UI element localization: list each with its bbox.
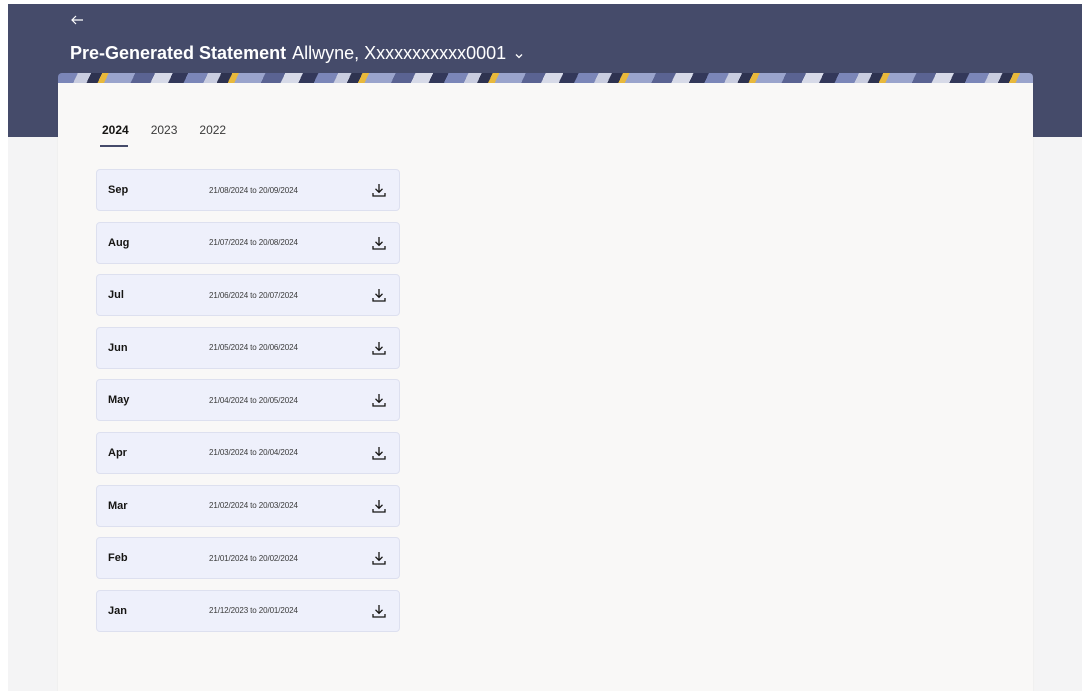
statement-row[interactable]: Jan 21/12/2023 to 20/01/2024 bbox=[96, 589, 400, 632]
statement-month: Mar bbox=[108, 499, 128, 512]
statement-list: Sep 21/08/2024 to 20/09/2024 Aug 21/07/2… bbox=[96, 169, 400, 642]
statement-month: Jan bbox=[108, 604, 127, 617]
statement-row[interactable]: Apr 21/03/2024 to 20/04/2024 bbox=[96, 431, 400, 474]
year-tabs: 2024 2023 2022 bbox=[100, 123, 248, 147]
decorative-banner bbox=[58, 73, 1033, 83]
statement-month: Jul bbox=[108, 289, 124, 302]
statement-row[interactable]: Jul 21/06/2024 to 20/07/2024 bbox=[96, 274, 400, 317]
statement-month: Feb bbox=[108, 552, 128, 565]
statement-date-range: 21/04/2024 to 20/05/2024 bbox=[209, 395, 298, 405]
download-icon[interactable] bbox=[371, 182, 387, 198]
statement-row[interactable]: May 21/04/2024 to 20/05/2024 bbox=[96, 379, 400, 422]
tab-2023[interactable]: 2023 bbox=[151, 123, 178, 143]
download-icon[interactable] bbox=[371, 340, 387, 356]
page-title-row: Pre-Generated Statement Allwyne, Xxxxxxx… bbox=[70, 40, 524, 66]
statement-date-range: 21/08/2024 to 20/09/2024 bbox=[209, 185, 298, 195]
download-icon[interactable] bbox=[371, 392, 387, 408]
page-title: Pre-Generated Statement bbox=[70, 42, 287, 63]
statement-date-range: 21/12/2023 to 20/01/2024 bbox=[209, 606, 298, 616]
active-tab-indicator bbox=[100, 145, 128, 147]
statement-row[interactable]: Mar 21/02/2024 to 20/03/2024 bbox=[96, 484, 400, 527]
statement-date-range: 21/07/2024 to 20/08/2024 bbox=[209, 238, 298, 248]
download-icon[interactable] bbox=[371, 287, 387, 303]
chevron-down-icon[interactable] bbox=[514, 48, 524, 59]
statement-month: Sep bbox=[108, 184, 129, 196]
tab-2024[interactable]: 2024 bbox=[100, 123, 129, 147]
back-button[interactable] bbox=[70, 13, 92, 31]
tab-label: 2024 bbox=[102, 123, 129, 137]
download-icon[interactable] bbox=[371, 498, 387, 514]
statement-date-range: 21/03/2024 to 20/04/2024 bbox=[209, 448, 298, 458]
statement-month: May bbox=[108, 394, 130, 407]
statement-row[interactable]: Jun 21/05/2024 to 20/06/2024 bbox=[96, 326, 400, 369]
download-icon[interactable] bbox=[371, 445, 387, 461]
statement-month: Aug bbox=[108, 236, 130, 249]
statement-row[interactable]: Feb 21/01/2024 to 20/02/2024 bbox=[96, 537, 400, 580]
statement-row[interactable]: Sep 21/08/2024 to 20/09/2024 bbox=[96, 169, 400, 211]
tab-label: 2022 bbox=[199, 123, 227, 137]
download-icon[interactable] bbox=[371, 550, 387, 566]
statement-date-range: 21/02/2024 to 20/03/2024 bbox=[209, 501, 298, 511]
statement-month: Jun bbox=[108, 341, 128, 354]
download-icon[interactable] bbox=[371, 235, 387, 251]
statement-date-range: 21/01/2024 to 20/02/2024 bbox=[209, 553, 298, 563]
statement-date-range: 21/05/2024 to 20/06/2024 bbox=[209, 343, 298, 353]
arrow-left-icon bbox=[71, 15, 83, 25]
tab-label: 2023 bbox=[150, 123, 178, 137]
download-icon[interactable] bbox=[371, 603, 387, 619]
tab-2022[interactable]: 2022 bbox=[199, 123, 226, 143]
statement-month: Apr bbox=[108, 446, 127, 459]
account-selector-label[interactable]: Allwyne, Xxxxxxxxxxx0001 bbox=[292, 43, 506, 64]
statement-row[interactable]: Aug 21/07/2024 to 20/08/2024 bbox=[96, 221, 400, 264]
statement-date-range: 21/06/2024 to 20/07/2024 bbox=[209, 290, 298, 300]
